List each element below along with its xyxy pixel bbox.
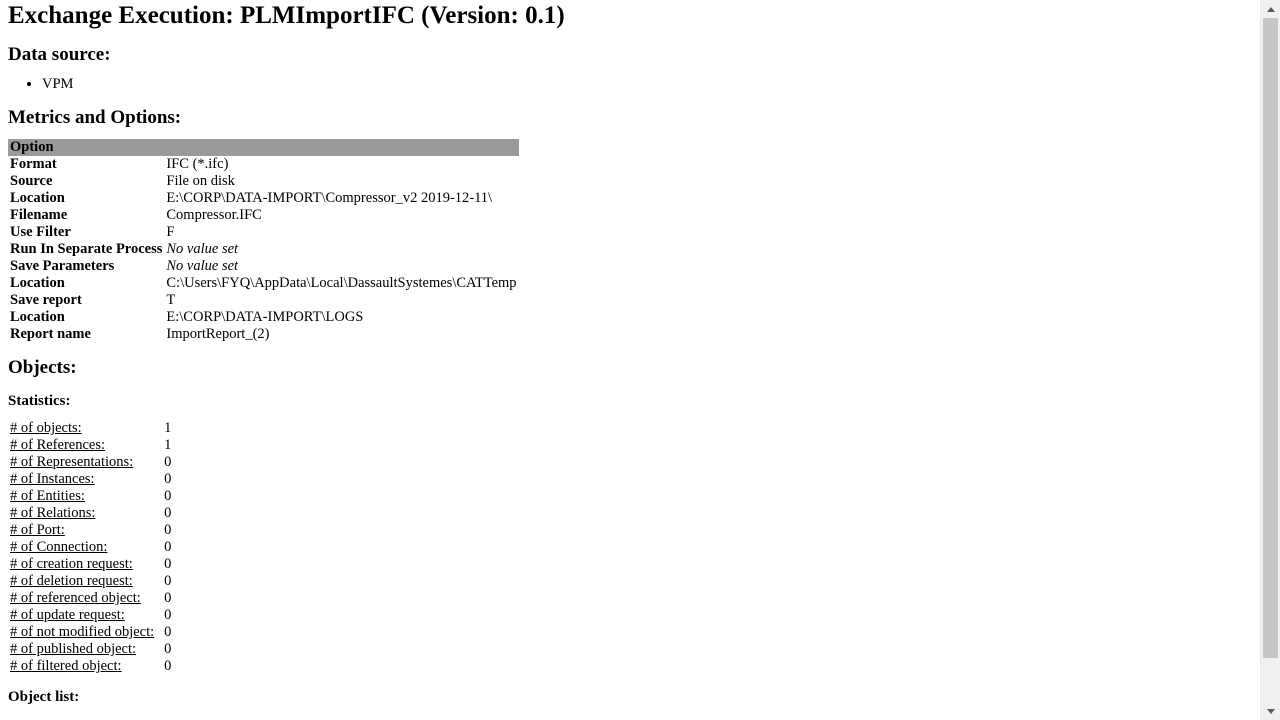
stat-row: # of referenced object:0 bbox=[8, 590, 173, 607]
scroll-down-button[interactable] bbox=[1261, 702, 1280, 720]
chevron-down-icon bbox=[1267, 709, 1275, 714]
option-row: Save ParametersNo value set bbox=[8, 258, 519, 275]
option-key: Format bbox=[8, 156, 164, 173]
scroll-up-button[interactable] bbox=[1261, 0, 1280, 18]
option-value: C:\Users\FYQ\AppData\Local\DassaultSyste… bbox=[164, 275, 518, 292]
stats-heading: Statistics: bbox=[8, 393, 1260, 410]
stat-row: # of References:1 bbox=[8, 437, 173, 454]
stat-row: # of creation request:0 bbox=[8, 556, 173, 573]
option-row: LocationE:\CORP\DATA-IMPORT\LOGS bbox=[8, 309, 519, 326]
stat-key: # of objects: bbox=[8, 420, 160, 437]
objects-heading: Objects: bbox=[8, 357, 1260, 379]
option-value: E:\CORP\DATA-IMPORT\Compressor_v2 2019-1… bbox=[164, 190, 518, 207]
option-value: No value set bbox=[164, 241, 518, 258]
option-key: Location bbox=[8, 275, 164, 292]
stat-value: 0 bbox=[160, 505, 173, 522]
stat-key: # of Representations: bbox=[8, 454, 160, 471]
option-row: Save reportT bbox=[8, 292, 519, 309]
stat-value: 0 bbox=[160, 539, 173, 556]
stat-key: # of filtered object: bbox=[8, 658, 160, 675]
option-value: F bbox=[164, 224, 518, 241]
option-key: Report name bbox=[8, 326, 164, 343]
option-row: Use FilterF bbox=[8, 224, 519, 241]
stat-key: # of published object: bbox=[8, 641, 160, 658]
stat-row: # of published object:0 bbox=[8, 641, 173, 658]
stat-key: # of deletion request: bbox=[8, 573, 160, 590]
option-value: T bbox=[164, 292, 518, 309]
option-key: Location bbox=[8, 309, 164, 326]
report-body: Exchange Execution: PLMImportIFC (Versio… bbox=[0, 0, 1260, 720]
option-key: Filename bbox=[8, 207, 164, 224]
object-list-heading: Object list: bbox=[8, 689, 1260, 706]
vertical-scrollbar[interactable] bbox=[1260, 0, 1280, 720]
option-key: Save report bbox=[8, 292, 164, 309]
stat-key: # of Connection: bbox=[8, 539, 160, 556]
stat-value: 1 bbox=[160, 420, 173, 437]
stats-table: # of objects:1# of References:1# of Repr… bbox=[8, 420, 173, 675]
option-value: File on disk bbox=[164, 173, 518, 190]
option-row: Run In Separate ProcessNo value set bbox=[8, 241, 519, 258]
stat-key: # of Instances: bbox=[8, 471, 160, 488]
option-key: Location bbox=[8, 190, 164, 207]
data-source-item: VPM bbox=[42, 76, 1260, 93]
option-value: IFC (*.ifc) bbox=[164, 156, 518, 173]
stat-value: 0 bbox=[160, 454, 173, 471]
option-row: SourceFile on disk bbox=[8, 173, 519, 190]
option-key: Save Parameters bbox=[8, 258, 164, 275]
option-row: FilenameCompressor.IFC bbox=[8, 207, 519, 224]
stat-value: 0 bbox=[160, 488, 173, 505]
option-value: Compressor.IFC bbox=[164, 207, 518, 224]
stat-key: # of Entities: bbox=[8, 488, 160, 505]
page-title: Exchange Execution: PLMImportIFC (Versio… bbox=[8, 0, 1260, 30]
options-header-cell: Option bbox=[8, 139, 519, 156]
option-row: LocationE:\CORP\DATA-IMPORT\Compressor_v… bbox=[8, 190, 519, 207]
stat-row: # of Connection:0 bbox=[8, 539, 173, 556]
option-key: Run In Separate Process bbox=[8, 241, 164, 258]
stat-key: # of Relations: bbox=[8, 505, 160, 522]
option-key: Source bbox=[8, 173, 164, 190]
option-key: Use Filter bbox=[8, 224, 164, 241]
stat-key: # of referenced object: bbox=[8, 590, 160, 607]
stat-value: 0 bbox=[160, 624, 173, 641]
scroll-thumb[interactable] bbox=[1263, 18, 1278, 658]
stat-row: # of Relations:0 bbox=[8, 505, 173, 522]
options-header-row: Option bbox=[8, 139, 519, 156]
stat-value: 0 bbox=[160, 556, 173, 573]
stat-key: # of not modified object: bbox=[8, 624, 160, 641]
stat-row: # of deletion request:0 bbox=[8, 573, 173, 590]
stat-row: # of not modified object:0 bbox=[8, 624, 173, 641]
stat-value: 0 bbox=[160, 658, 173, 675]
chevron-up-icon bbox=[1267, 7, 1275, 12]
stat-row: # of Instances:0 bbox=[8, 471, 173, 488]
stat-row: # of update request:0 bbox=[8, 607, 173, 624]
stat-key: # of creation request: bbox=[8, 556, 160, 573]
stat-row: # of Entities:0 bbox=[8, 488, 173, 505]
stat-key: # of References: bbox=[8, 437, 160, 454]
stat-row: # of Port:0 bbox=[8, 522, 173, 539]
stat-key: # of update request: bbox=[8, 607, 160, 624]
option-value: E:\CORP\DATA-IMPORT\LOGS bbox=[164, 309, 518, 326]
metrics-heading: Metrics and Options: bbox=[8, 107, 1260, 129]
stat-value: 0 bbox=[160, 590, 173, 607]
options-table: Option FormatIFC (*.ifc)SourceFile on di… bbox=[8, 139, 519, 343]
option-value: ImportReport_(2) bbox=[164, 326, 518, 343]
data-source-list: VPM bbox=[8, 76, 1260, 93]
stat-row: # of filtered object:0 bbox=[8, 658, 173, 675]
stat-key: # of Port: bbox=[8, 522, 160, 539]
option-row: FormatIFC (*.ifc) bbox=[8, 156, 519, 173]
option-row: Report nameImportReport_(2) bbox=[8, 326, 519, 343]
stat-row: # of Representations:0 bbox=[8, 454, 173, 471]
option-value: No value set bbox=[164, 258, 518, 275]
stat-value: 0 bbox=[160, 573, 173, 590]
data-source-heading: Data source: bbox=[8, 44, 1260, 66]
stat-value: 0 bbox=[160, 607, 173, 624]
stat-value: 1 bbox=[160, 437, 173, 454]
stat-value: 0 bbox=[160, 471, 173, 488]
stat-value: 0 bbox=[160, 641, 173, 658]
option-row: LocationC:\Users\FYQ\AppData\Local\Dassa… bbox=[8, 275, 519, 292]
stat-row: # of objects:1 bbox=[8, 420, 173, 437]
stat-value: 0 bbox=[160, 522, 173, 539]
